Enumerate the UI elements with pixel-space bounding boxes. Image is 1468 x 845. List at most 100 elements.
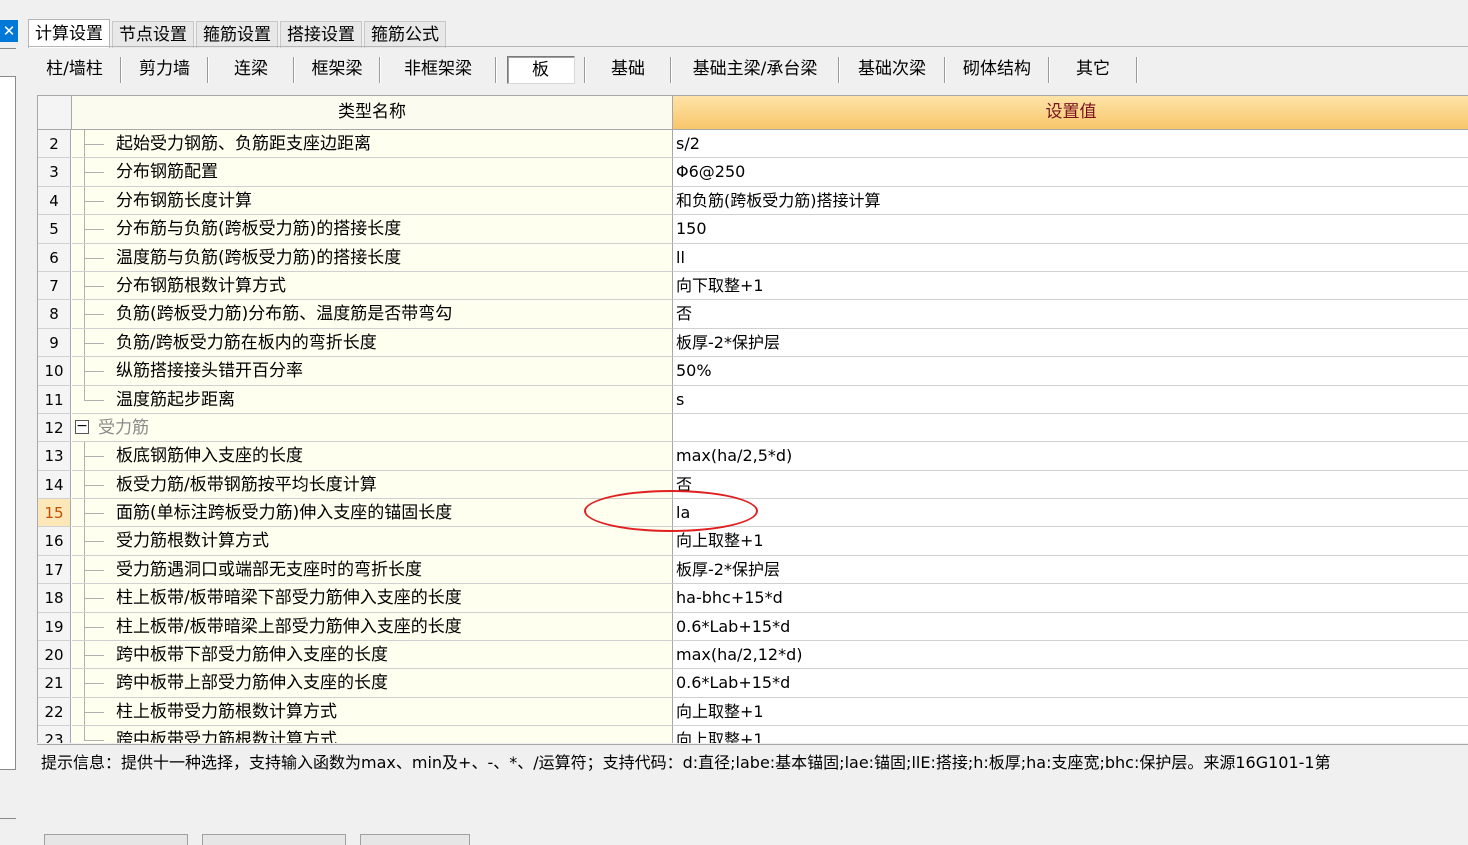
row-setting-value[interactable]: 板厚-2*保护层 (673, 328, 1468, 358)
row-type-name: 分布钢筋根数计算方式 (72, 271, 673, 301)
row-setting-value[interactable]: 板厚-2*保护层 (673, 555, 1468, 585)
subtab-2[interactable]: 剪力墙 (121, 54, 208, 84)
table-row[interactable]: 19 柱上板带/板带暗梁上部受力筋伸入支座的长度 0.6*Lab+15*d (38, 612, 1468, 642)
row-number[interactable]: 15 (38, 499, 71, 528)
row-setting-value[interactable]: s/2 (673, 130, 1468, 159)
row-setting-value[interactable]: max(ha/2,12*d) (673, 641, 1468, 670)
table-row[interactable]: 15 面筋(单标注跨板受力筋)伸入支座的锚固长度 la (38, 499, 1468, 528)
row-setting-value[interactable]: 向下取整+1 (673, 271, 1468, 301)
row-setting-value[interactable]: 0.6*Lab+15*d (673, 669, 1468, 698)
settings-tabs: 计算设置 节点设置 箍筋设置 搭接设置 箍筋公式 (28, 19, 448, 48)
row-number[interactable]: 19 (38, 612, 71, 642)
row-setting-value[interactable]: s (673, 385, 1468, 414)
row-number[interactable]: 8 (38, 300, 71, 329)
table-row[interactable]: 23 跨中板带受力筋根数计算方式 向上取整+1 (38, 726, 1468, 743)
row-number[interactable]: 9 (38, 328, 71, 358)
row-number[interactable]: 10 (38, 357, 71, 386)
subtab-10[interactable]: 砌体结构 (945, 54, 1049, 84)
table-row[interactable]: 5 分布筋与负筋(跨板受力筋)的搭接长度 150 (38, 215, 1468, 244)
row-setting-value[interactable]: 向上取整+1 (673, 726, 1468, 743)
column-header-name[interactable]: 类型名称 (72, 96, 673, 130)
row-setting-value[interactable]: 和负筋(跨板受力筋)搭接计算 (673, 186, 1468, 216)
tree-line-horizontal (84, 456, 104, 458)
table-row[interactable]: 22 柱上板带受力筋根数计算方式 向上取整+1 (38, 697, 1468, 727)
row-setting-value[interactable]: ha-bhc+15*d (673, 584, 1468, 613)
table-row[interactable]: 12− 受力筋 (38, 413, 1468, 443)
table-row[interactable]: 3 分布钢筋配置 Φ6@250 (38, 158, 1468, 187)
table-row[interactable]: 18 柱上板带/板带暗梁下部受力筋伸入支座的长度 ha-bhc+15*d (38, 584, 1468, 613)
row-setting-value[interactable]: la (673, 499, 1468, 528)
table-row[interactable]: 11 温度筋起步距离 s (38, 385, 1468, 414)
subtab-5[interactable]: 非框架梁 (380, 54, 496, 84)
row-setting-value[interactable]: 向上取整+1 (673, 527, 1468, 556)
tab-3[interactable]: 箍筋设置 (196, 21, 278, 48)
row-number[interactable]: 23 (38, 726, 71, 743)
table-row[interactable]: 20 跨中板带下部受力筋伸入支座的长度 max(ha/2,12*d) (38, 641, 1468, 670)
row-number[interactable]: 12 (38, 413, 71, 443)
row-number[interactable]: 11 (38, 385, 71, 414)
row-setting-value[interactable]: ll (673, 243, 1468, 272)
table-row[interactable]: 14 板受力筋/板带钢筋按平均长度计算 否 (38, 470, 1468, 500)
table-row[interactable]: 10 纵筋搭接接头错开百分率 50% (38, 357, 1468, 386)
row-setting-value[interactable] (673, 413, 1468, 443)
row-type-name: 受力筋遇洞口或端部无支座时的弯折长度 (72, 555, 673, 585)
close-icon[interactable]: ✕ (0, 20, 18, 42)
row-setting-value[interactable]: Φ6@250 (673, 158, 1468, 187)
row-setting-value[interactable]: 50% (673, 357, 1468, 386)
row-number[interactable]: 21 (38, 669, 71, 698)
row-setting-value[interactable]: 150 (673, 215, 1468, 244)
subtab-3[interactable]: 连梁 (208, 54, 294, 84)
row-number[interactable]: 18 (38, 584, 71, 613)
row-setting-value[interactable]: 否 (673, 300, 1468, 329)
table-row[interactable]: 8 负筋(跨板受力筋)分布筋、温度筋是否带弯勾 否 (38, 300, 1468, 329)
collapse-icon[interactable]: − (75, 419, 89, 434)
table-row[interactable]: 2 起始受力钢筋、负筋距支座边距离 s/2 (38, 130, 1468, 159)
left-tree-panel[interactable] (0, 76, 16, 770)
tab-2[interactable]: 节点设置 (112, 21, 194, 48)
row-number[interactable]: 2 (38, 130, 71, 159)
subtab-11[interactable]: 其它 (1049, 54, 1137, 84)
table-row[interactable]: 9 负筋/跨板受力筋在板内的弯折长度 板厚-2*保护层 (38, 328, 1468, 358)
row-number[interactable]: 22 (38, 697, 71, 727)
hint-panel: 提示信息：提供十一种选择，支持输入函数为max、min及+、-、*、/运算符；支… (37, 744, 1468, 815)
table-row[interactable]: 17 受力筋遇洞口或端部无支座时的弯折长度 板厚-2*保护层 (38, 555, 1468, 585)
table-row[interactable]: 4 分布钢筋长度计算 和负筋(跨板受力筋)搭接计算 (38, 186, 1468, 216)
row-setting-value[interactable]: 否 (673, 470, 1468, 500)
table-row[interactable]: 16 受力筋根数计算方式 向上取整+1 (38, 527, 1468, 556)
row-number[interactable]: 3 (38, 158, 71, 187)
row-setting-value[interactable]: 0.6*Lab+15*d (673, 612, 1468, 642)
row-number[interactable]: 4 (38, 186, 71, 216)
column-header-value[interactable]: 设置值 (673, 96, 1468, 130)
row-name-text: 柱上板带受力筋根数计算方式 (116, 701, 337, 722)
subtab-4[interactable]: 框架梁 (294, 54, 380, 84)
row-number[interactable]: 13 (38, 442, 71, 471)
subtab-6[interactable]: 板 (496, 54, 585, 84)
row-number[interactable]: 7 (38, 271, 71, 301)
tab-1[interactable]: 计算设置 (28, 19, 110, 48)
subtab-9[interactable]: 基础次梁 (839, 54, 945, 84)
row-setting-value[interactable]: 向上取整+1 (673, 697, 1468, 727)
tab-5[interactable]: 箍筋公式 (364, 21, 446, 48)
row-type-name: 面筋(单标注跨板受力筋)伸入支座的锚固长度 (72, 499, 673, 528)
subtab-7[interactable]: 基础 (585, 54, 671, 84)
table-row[interactable]: 21 跨中板带上部受力筋伸入支座的长度 0.6*Lab+15*d (38, 669, 1468, 698)
row-type-name: 跨中板带受力筋根数计算方式 (72, 726, 673, 743)
row-type-name: 柱上板带受力筋根数计算方式 (72, 697, 673, 727)
table-row[interactable]: 6 温度筋与负筋(跨板受力筋)的搭接长度 ll (38, 243, 1468, 272)
subtab-1[interactable]: 柱/墙柱 (28, 54, 121, 84)
row-number[interactable]: 5 (38, 215, 71, 244)
row-name-text: 板受力筋/板带钢筋按平均长度计算 (116, 474, 377, 495)
subtab-label: 框架梁 (311, 59, 363, 79)
table-row[interactable]: 13 板底钢筋伸入支座的长度 max(ha/2,5*d) (38, 442, 1468, 471)
row-number[interactable]: 14 (38, 470, 71, 500)
row-type-name: 柱上板带/板带暗梁下部受力筋伸入支座的长度 (72, 584, 673, 613)
row-number[interactable]: 17 (38, 555, 71, 585)
subtab-8[interactable]: 基础主梁/承台梁 (671, 54, 839, 84)
row-type-name: 负筋/跨板受力筋在板内的弯折长度 (72, 328, 673, 358)
row-number[interactable]: 6 (38, 243, 71, 272)
tab-4[interactable]: 搭接设置 (280, 21, 362, 48)
table-row[interactable]: 7 分布钢筋根数计算方式 向下取整+1 (38, 271, 1468, 301)
row-number[interactable]: 16 (38, 527, 71, 556)
row-setting-value[interactable]: max(ha/2,5*d) (673, 442, 1468, 471)
row-number[interactable]: 20 (38, 641, 71, 670)
